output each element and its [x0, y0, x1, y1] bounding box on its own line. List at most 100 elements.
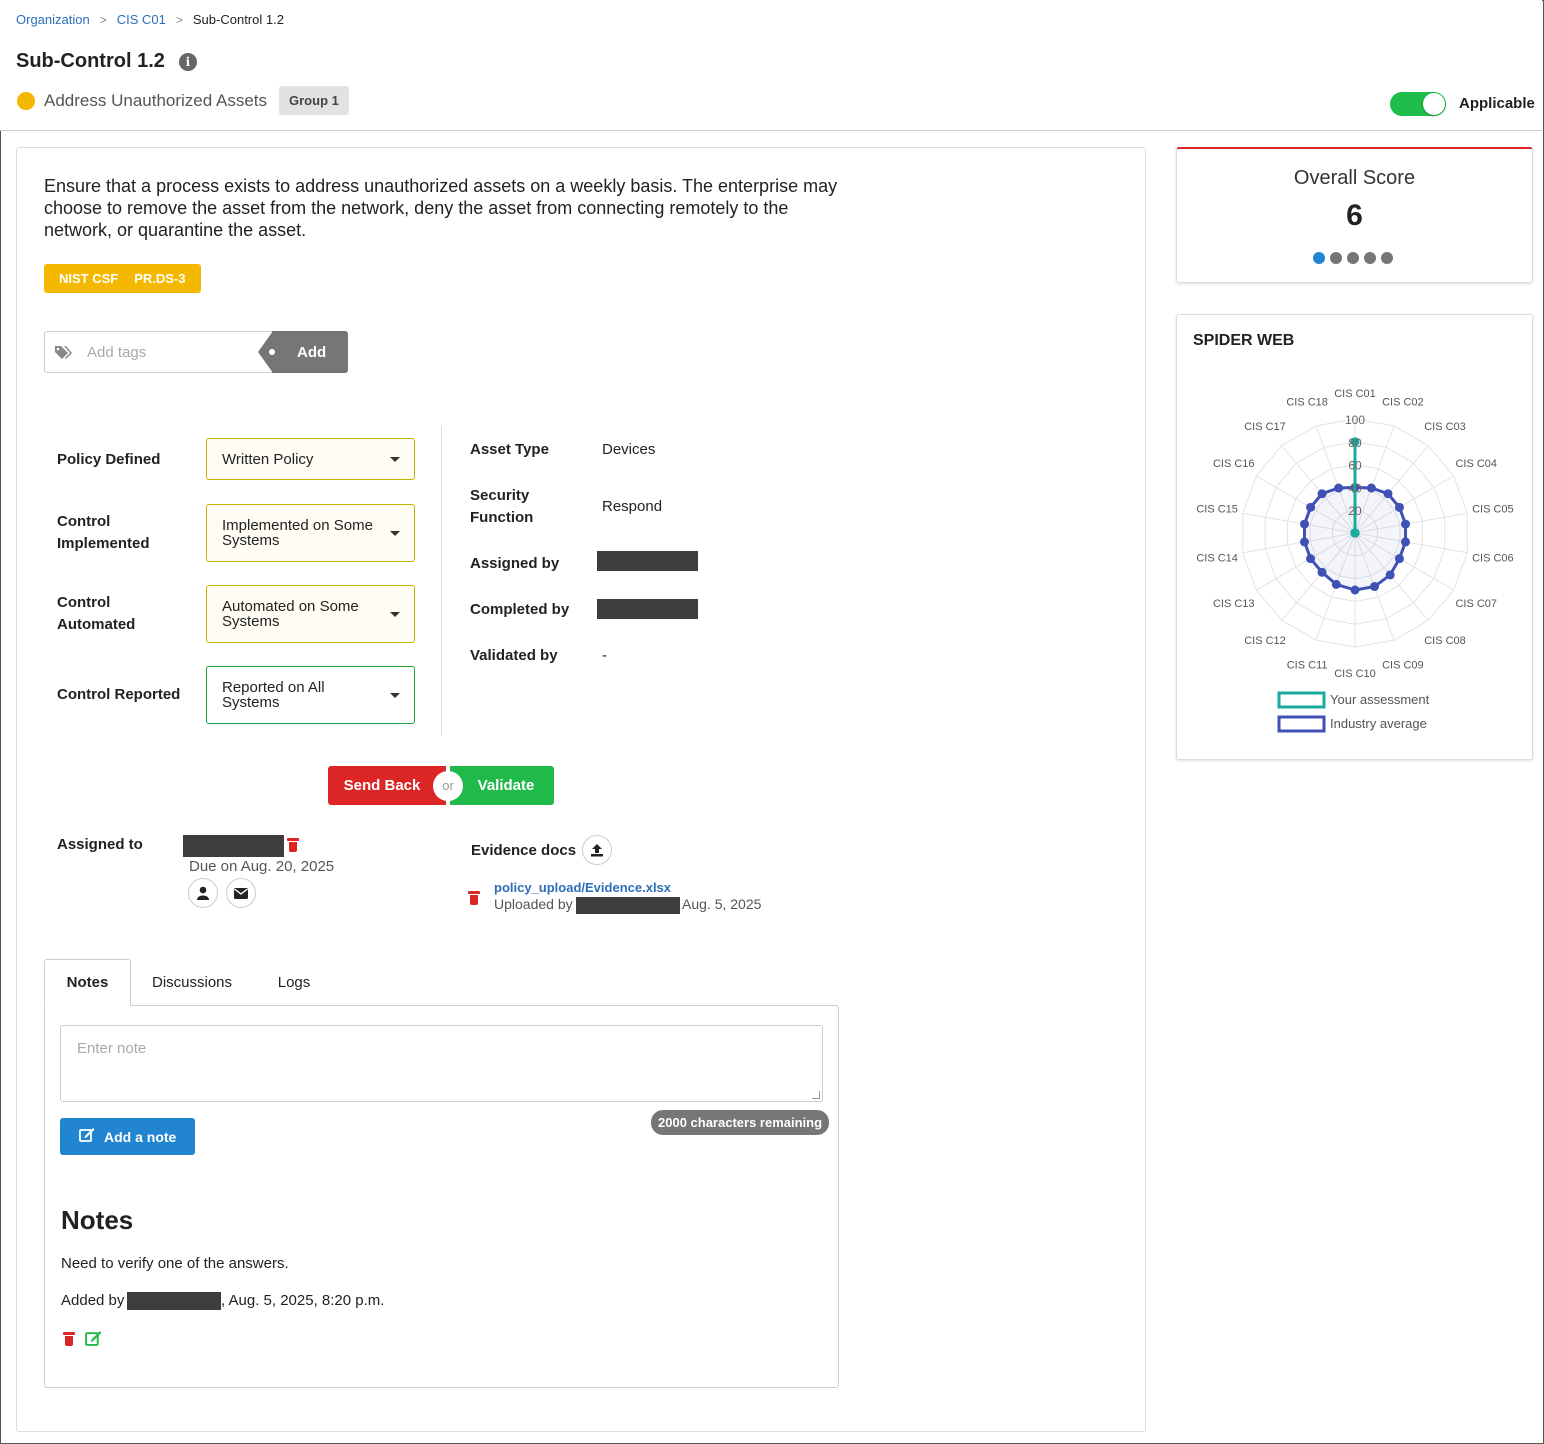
- score-dot[interactable]: [1313, 252, 1325, 264]
- score-dot[interactable]: [1381, 252, 1393, 264]
- edit-note-icon[interactable]: [85, 1330, 102, 1351]
- nist-badge: NIST CSF PR.DS-3: [44, 264, 201, 293]
- breadcrumb-cis-c01[interactable]: CIS C01: [117, 12, 166, 27]
- note-author-redacted: [127, 1292, 221, 1310]
- score-dot[interactable]: [1347, 252, 1359, 264]
- industry-average-point: [1366, 483, 1376, 493]
- uploaded-by-text: Uploaded by: [494, 896, 573, 912]
- tab-discussions[interactable]: Discussions: [142, 959, 242, 1006]
- industry-average-point: [1299, 537, 1309, 547]
- note-input[interactable]: Enter note: [60, 1025, 823, 1102]
- your-assessment-point: [1350, 528, 1360, 538]
- remove-assignee-trash-icon[interactable]: [287, 838, 299, 852]
- industry-average-point: [1385, 570, 1395, 580]
- asset-type-label: Asset Type: [470, 441, 549, 458]
- upload-date: Aug. 5, 2025: [682, 896, 762, 912]
- radar-category-label: CIS C01: [1334, 388, 1376, 400]
- delete-evidence-trash-icon[interactable]: [468, 891, 480, 905]
- industry-average-point: [1306, 554, 1316, 564]
- breadcrumb-organization[interactable]: Organization: [16, 12, 90, 27]
- note-placeholder: Enter note: [77, 1040, 147, 1057]
- page-subtitle: Address Unauthorized Assets Group 1: [17, 86, 349, 115]
- tab-logs[interactable]: Logs: [269, 959, 319, 1006]
- notes-heading: Notes: [61, 1205, 134, 1235]
- send-back-button[interactable]: Send Back: [328, 766, 446, 805]
- radar-tick-label: 60: [1348, 459, 1362, 473]
- control-implemented-value: Implemented on Some Systems: [222, 517, 373, 549]
- assigned-to-label: Assigned to: [57, 836, 143, 853]
- control-reported-value: Reported on All Systems: [222, 679, 325, 711]
- completed-by-label: Completed by: [470, 601, 570, 618]
- radar-category-label: CIS C12: [1244, 635, 1286, 647]
- assigned-by-label: Assigned by: [470, 555, 560, 572]
- industry-average-point: [1401, 537, 1411, 547]
- note-added-by: Added by: [61, 1292, 125, 1309]
- spider-web-card: SPIDER WEB CIS C01 CIS C02 CIS C03 CIS C04 C…: [1176, 314, 1533, 760]
- policy-defined-select[interactable]: Written Policy: [206, 438, 415, 480]
- info-icon[interactable]: i: [178, 52, 197, 71]
- tags-input[interactable]: Add tags: [44, 331, 276, 373]
- toggle-knob: [1423, 93, 1445, 115]
- nist-code: PR.DS-3: [134, 271, 186, 286]
- tab-notes[interactable]: Notes: [44, 959, 131, 1006]
- caret-down-icon: [390, 457, 400, 462]
- validated-by-value: -: [602, 647, 607, 664]
- applicable-toggle[interactable]: [1390, 92, 1446, 116]
- score-dots: [1313, 252, 1398, 264]
- industry-average-point: [1394, 554, 1404, 564]
- radar-category-label: CIS C14: [1196, 552, 1238, 564]
- overall-score-card: Overall Score 6: [1176, 147, 1533, 283]
- subtitle-text: Address Unauthorized Assets: [44, 90, 268, 110]
- note-meta: Added by: [61, 1292, 124, 1309]
- validate-button[interactable]: Validate: [450, 766, 554, 805]
- caret-down-icon: [390, 531, 400, 536]
- main-panel: Ensure that a process exists to address …: [16, 147, 1146, 1432]
- validated-by-label: Validated by: [470, 647, 558, 664]
- control-automated-select[interactable]: Automated on Some Systems: [206, 585, 415, 643]
- radar-tick-label: 80: [1348, 436, 1362, 450]
- edit-icon: [79, 1127, 95, 1146]
- control-reported-select[interactable]: Reported on All Systems: [206, 666, 415, 724]
- resize-handle-icon[interactable]: [812, 1091, 820, 1099]
- industry-average-point: [1306, 502, 1316, 512]
- applicable-label: Applicable: [1459, 95, 1535, 112]
- industry-average-point: [1350, 585, 1360, 595]
- envelope-icon[interactable]: [226, 878, 256, 908]
- chevron-right-icon: >: [99, 12, 107, 27]
- radar-category-label: CIS C05: [1472, 504, 1514, 516]
- radar-category-label: CIS C16: [1213, 458, 1255, 470]
- control-reported-label: Control Reported: [57, 686, 181, 703]
- score-dot[interactable]: [1364, 252, 1376, 264]
- user-icon[interactable]: [188, 878, 218, 908]
- note-date: , Aug. 5, 2025, 8:20 p.m.: [221, 1292, 385, 1309]
- radar-category-label: CIS C10: [1334, 668, 1376, 680]
- radar-category-label: CIS C02: [1382, 396, 1424, 408]
- radar-category-label: CIS C13: [1213, 598, 1255, 610]
- radar-category-label: CIS C03: [1424, 421, 1466, 433]
- add-note-button[interactable]: Add a note: [60, 1118, 195, 1155]
- security-function-label: Security Function: [470, 487, 534, 526]
- evidence-file-link[interactable]: policy_upload/Evidence.xlsx: [494, 880, 671, 895]
- industry-average-point: [1334, 483, 1344, 493]
- chars-remaining-badge: 2000 characters remaining: [651, 1110, 830, 1135]
- industry-average-point: [1369, 582, 1379, 592]
- delete-note-trash-icon[interactable]: [63, 1332, 75, 1346]
- control-description: Ensure that a process exists to address …: [44, 176, 838, 240]
- radar-tick-label: 20: [1348, 504, 1362, 518]
- industry-average-point: [1299, 519, 1309, 529]
- radar-category-label: CIS C07: [1455, 598, 1497, 610]
- tab-bar: Notes Discussions Logs: [44, 959, 839, 1006]
- score-dot[interactable]: [1330, 252, 1342, 264]
- radar-category-label: CIS C17: [1244, 421, 1286, 433]
- upload-icon[interactable]: [582, 835, 612, 865]
- radar-category-label: CIS C09: [1382, 660, 1424, 672]
- add-tag-button[interactable]: Add: [258, 331, 348, 373]
- control-implemented-select[interactable]: Implemented on Some Systems: [206, 504, 415, 562]
- overall-score-value: 6: [1346, 199, 1363, 232]
- caret-down-icon: [390, 612, 400, 617]
- page-header: Organization > CIS C01 > Sub-Control 1.2…: [0, 0, 1542, 131]
- group-badge: Group 1: [279, 86, 349, 115]
- spider-web-chart: CIS C01 CIS C02 CIS C03 CIS C04 CIS C05 CIS C…: [1196, 388, 1514, 733]
- tags-placeholder: Add tags: [87, 343, 147, 361]
- radar-category-label: CIS C11: [1287, 660, 1328, 672]
